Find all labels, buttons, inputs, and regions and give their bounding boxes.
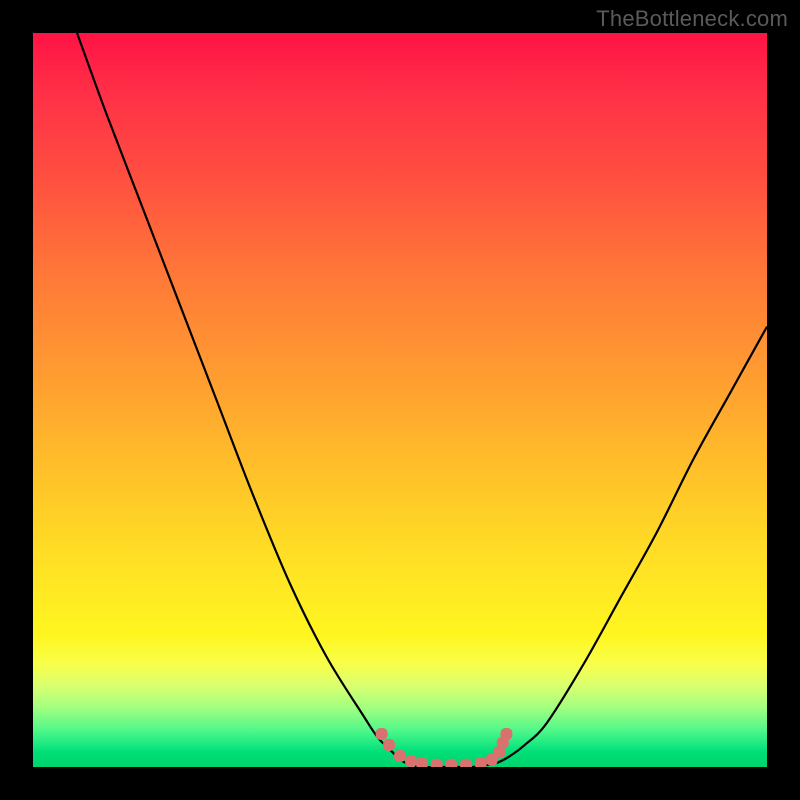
- marker-dot: [431, 759, 443, 767]
- marker-dot: [445, 759, 457, 767]
- marker-dot: [376, 728, 388, 740]
- marker-dot: [475, 757, 487, 767]
- left-branch-curve: [77, 33, 473, 767]
- chart-frame: TheBottleneck.com: [0, 0, 800, 800]
- marker-dot: [405, 755, 417, 767]
- curve-layer: [33, 33, 767, 767]
- plot-area: [33, 33, 767, 767]
- marker-dot: [383, 739, 395, 751]
- attribution-text: TheBottleneck.com: [596, 6, 788, 32]
- marker-dot: [394, 750, 406, 762]
- marker-dot: [460, 759, 472, 767]
- right-branch-curve: [473, 327, 767, 767]
- bottom-marker-cluster: [376, 728, 513, 767]
- marker-dot: [500, 728, 512, 740]
- marker-dot: [416, 757, 428, 767]
